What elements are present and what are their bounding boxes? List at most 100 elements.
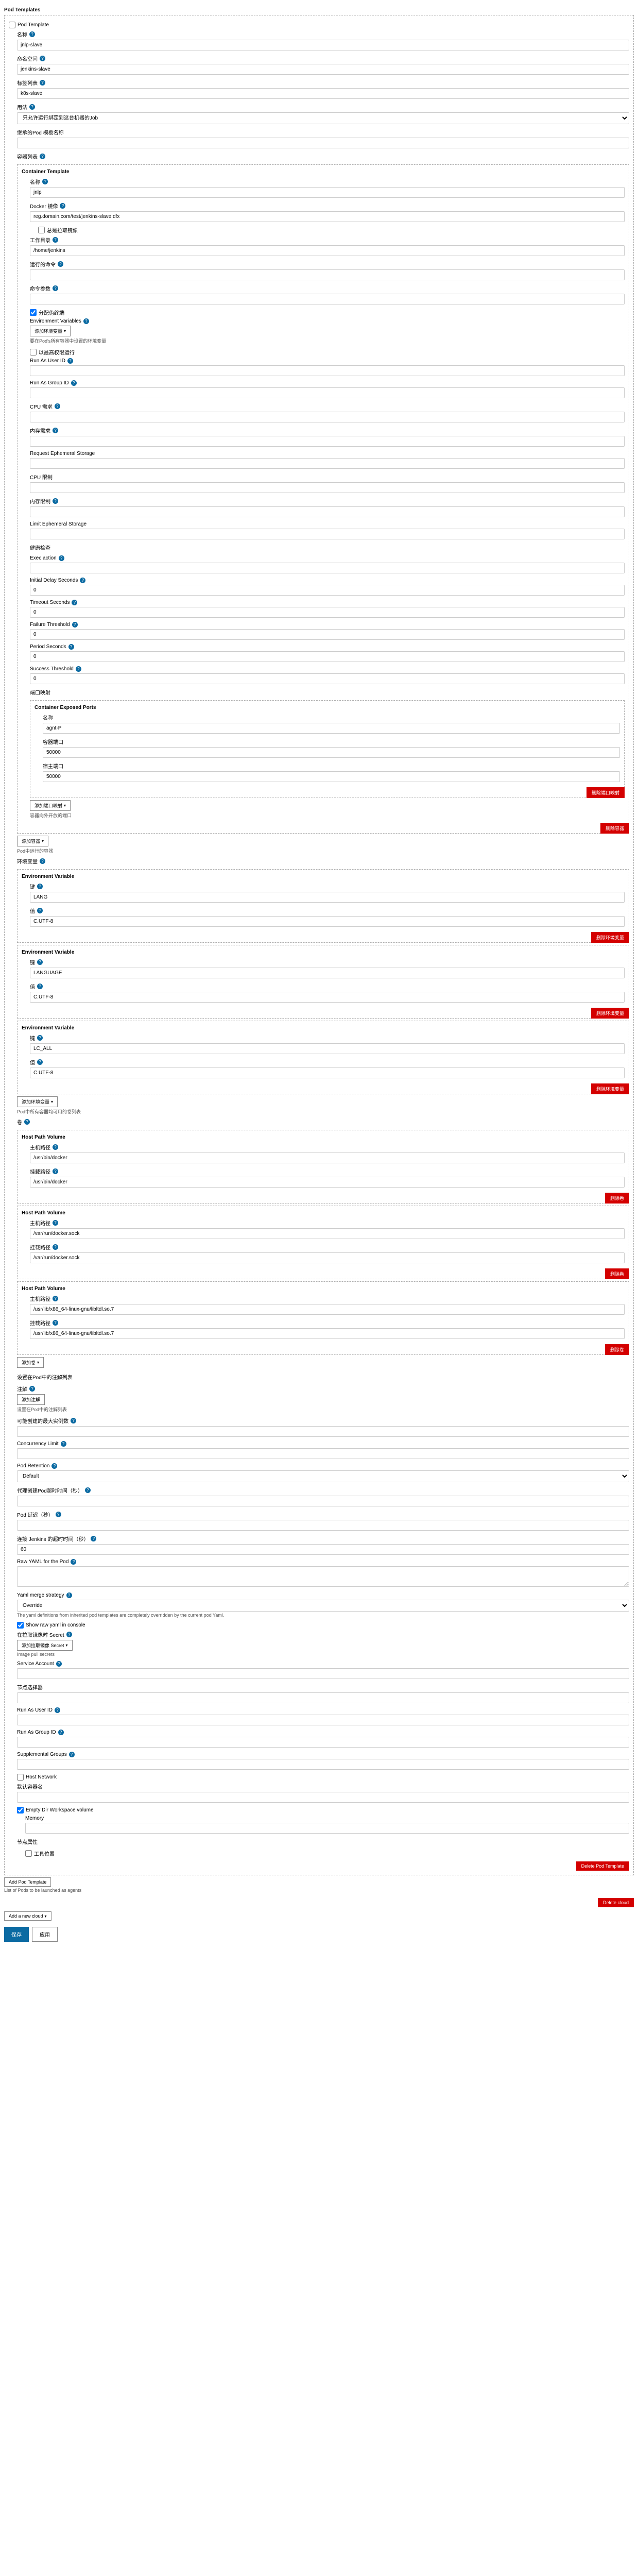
run-group-input[interactable] (30, 387, 625, 398)
delete-port-button[interactable]: 删除端口映射 (587, 787, 625, 798)
period-sec-input[interactable] (30, 651, 625, 662)
alwayspull-checkbox[interactable] (38, 227, 45, 233)
hpv-host-input[interactable] (30, 1153, 625, 1163)
help-icon[interactable]: ? (53, 428, 58, 433)
help-icon[interactable]: ? (37, 1035, 43, 1041)
help-icon[interactable]: ? (53, 1168, 58, 1174)
help-icon[interactable]: ? (60, 203, 65, 209)
add-envvar-button[interactable]: 添加环境变量 (17, 1096, 58, 1107)
help-icon[interactable]: ? (53, 1220, 58, 1226)
help-icon[interactable]: ? (37, 908, 43, 913)
help-icon[interactable]: ? (53, 285, 58, 291)
connect-timeout-input[interactable] (17, 1544, 629, 1555)
timeout-sec-input[interactable] (30, 607, 625, 618)
concurrency-input[interactable] (17, 1448, 629, 1459)
hpv-host-input[interactable] (30, 1304, 625, 1315)
help-icon[interactable]: ? (61, 1441, 66, 1447)
help-icon[interactable]: ? (55, 1707, 60, 1713)
run-as-gid-input[interactable] (17, 1737, 629, 1748)
help-icon[interactable]: ? (37, 959, 43, 965)
env-key-input[interactable] (30, 1043, 625, 1054)
env-val-input[interactable] (30, 1067, 625, 1078)
pod-retention-select[interactable]: Default (17, 1470, 629, 1482)
help-icon[interactable]: ? (40, 154, 45, 159)
env-key-input[interactable] (30, 968, 625, 978)
delete-volume-button[interactable]: 删除卷 (605, 1344, 629, 1355)
add-port-button[interactable]: 添加端口映射 (30, 800, 71, 811)
init-delay-input[interactable] (30, 585, 625, 596)
cpu-limit-input[interactable] (30, 482, 625, 493)
help-icon[interactable]: ? (91, 1536, 96, 1541)
memory-input[interactable] (25, 1823, 629, 1834)
help-icon[interactable]: ? (53, 1244, 58, 1250)
help-icon[interactable]: ? (24, 1119, 30, 1125)
help-icon[interactable]: ? (40, 80, 45, 86)
help-icon[interactable]: ? (53, 498, 58, 504)
help-icon[interactable]: ? (71, 1559, 76, 1565)
help-icon[interactable]: ? (71, 380, 77, 386)
port-cport-input[interactable] (43, 747, 620, 758)
hpv-host-input[interactable] (30, 1228, 625, 1239)
help-icon[interactable]: ? (83, 318, 89, 324)
inherit-input[interactable] (17, 138, 629, 148)
show-raw-checkbox[interactable] (17, 1622, 24, 1629)
help-icon[interactable]: ? (29, 1386, 35, 1392)
timeout-input[interactable] (17, 1496, 629, 1506)
delete-volume-button[interactable]: 删除卷 (605, 1268, 629, 1279)
service-account-input[interactable] (17, 1668, 629, 1679)
pod-template-checkbox[interactable] (9, 22, 15, 28)
help-icon[interactable]: ? (85, 1487, 91, 1493)
help-icon[interactable]: ? (37, 1059, 43, 1065)
help-icon[interactable]: ? (66, 1592, 72, 1598)
run-as-uid-input[interactable] (17, 1715, 629, 1725)
add-container-button[interactable]: 添加容器 (17, 836, 48, 846)
delete-envvar-button[interactable]: 删除环境变量 (591, 1083, 629, 1094)
name-input[interactable] (17, 40, 629, 50)
tty-checkbox[interactable] (30, 309, 37, 316)
supplemental-input[interactable] (17, 1759, 629, 1770)
help-icon[interactable]: ? (53, 1320, 58, 1326)
req-eph-input[interactable] (30, 458, 625, 469)
help-icon[interactable]: ? (59, 555, 64, 561)
help-icon[interactable]: ? (68, 644, 74, 650)
help-icon[interactable]: ? (72, 622, 78, 628)
help-icon[interactable]: ? (29, 104, 35, 110)
help-icon[interactable]: ? (67, 358, 73, 364)
add-pod-template-button[interactable]: Add Pod Template (4, 1877, 51, 1887)
help-icon[interactable]: ? (56, 1512, 61, 1517)
env-val-input[interactable] (30, 992, 625, 1003)
failure-thr-input[interactable] (30, 629, 625, 640)
c-name-input[interactable] (30, 187, 625, 198)
help-icon[interactable]: ? (37, 984, 43, 989)
delete-envvar-button[interactable]: 删除环境变量 (591, 1008, 629, 1019)
hpv-mount-input[interactable] (30, 1177, 625, 1188)
env-key-input[interactable] (30, 892, 625, 903)
node-sel-input[interactable] (17, 1692, 629, 1703)
delete-volume-button[interactable]: 删除卷 (605, 1193, 629, 1204)
success-thr-input[interactable] (30, 673, 625, 684)
delete-container-button[interactable]: 删除容器 (600, 823, 629, 834)
help-icon[interactable]: ? (37, 884, 43, 889)
add-envvar-button[interactable]: 添加环境变量 (30, 326, 71, 336)
env-val-input[interactable] (30, 916, 625, 927)
port-hport-input[interactable] (43, 771, 620, 782)
add-volume-button[interactable]: 添加卷 (17, 1357, 44, 1368)
help-icon[interactable]: ? (71, 1418, 76, 1423)
help-icon[interactable]: ? (58, 261, 63, 267)
add-annotation-button[interactable]: 添加注解 (17, 1394, 45, 1405)
help-icon[interactable]: ? (51, 1463, 57, 1469)
yaml-merge-select[interactable]: Override (17, 1600, 629, 1612)
help-icon[interactable]: ? (72, 600, 77, 605)
host-network-checkbox[interactable] (17, 1774, 24, 1781)
c-workdir-input[interactable] (30, 245, 625, 256)
add-new-cloud-button[interactable]: Add a new cloud (4, 1911, 51, 1921)
help-icon[interactable]: ? (53, 1296, 58, 1301)
help-icon[interactable]: ? (53, 1144, 58, 1150)
help-icon[interactable]: ? (40, 56, 45, 61)
c-args-input[interactable] (30, 294, 625, 304)
help-icon[interactable]: ? (69, 1752, 75, 1757)
pod-delay-input[interactable] (17, 1520, 629, 1531)
max-instances-input[interactable] (17, 1426, 629, 1437)
priv-checkbox[interactable] (30, 349, 37, 355)
labels-input[interactable] (17, 88, 629, 99)
